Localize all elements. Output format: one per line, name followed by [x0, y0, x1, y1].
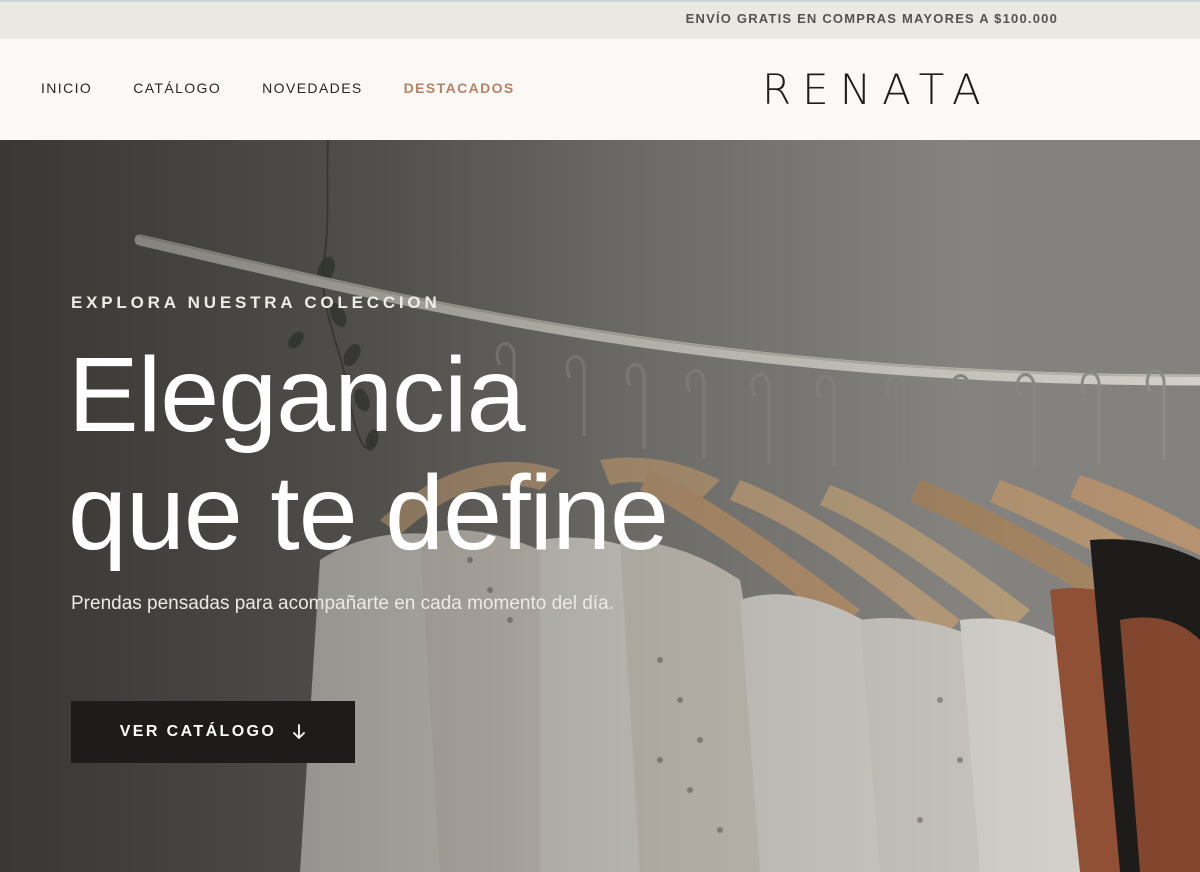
hero-eyebrow: EXPLORA NUESTRA COLECCION [71, 293, 441, 312]
nav-item-novedades[interactable]: NOVEDADES [262, 80, 363, 96]
hero-subtitle: Prendas pensadas para acompañarte en cad… [71, 593, 614, 614]
nav-item-catalogo[interactable]: CATÁLOGO [133, 80, 221, 96]
free-shipping-promo: ENVÍO GRATIS EN COMPRAS MAYORES A $100.0… [685, 11, 1058, 26]
hero-headline-line2: que te define [68, 454, 669, 572]
view-catalog-button[interactable]: VER CATÁLOGO [71, 701, 355, 763]
hero-headline: Elegancia que te define [68, 336, 828, 572]
site-header: INICIO CATÁLOGO NOVEDADES DESTACADOS REN… [0, 39, 1200, 140]
main-nav: INICIO CATÁLOGO NOVEDADES DESTACADOS [41, 80, 556, 96]
hero-banner: EXPLORA NUESTRA COLECCION Elegancia que … [0, 140, 1200, 872]
brand-logo[interactable]: RENATA [762, 65, 992, 114]
hero-headline-line1: Elegancia [68, 336, 526, 454]
nav-item-destacados[interactable]: DESTACADOS [404, 80, 515, 96]
arrow-down-icon [293, 724, 306, 739]
announcement-bar: ENVÍO GRATIS EN COMPRAS MAYORES A $100.0… [0, 0, 1200, 39]
nav-item-inicio[interactable]: INICIO [41, 80, 92, 96]
view-catalog-label: VER CATÁLOGO [119, 723, 277, 740]
